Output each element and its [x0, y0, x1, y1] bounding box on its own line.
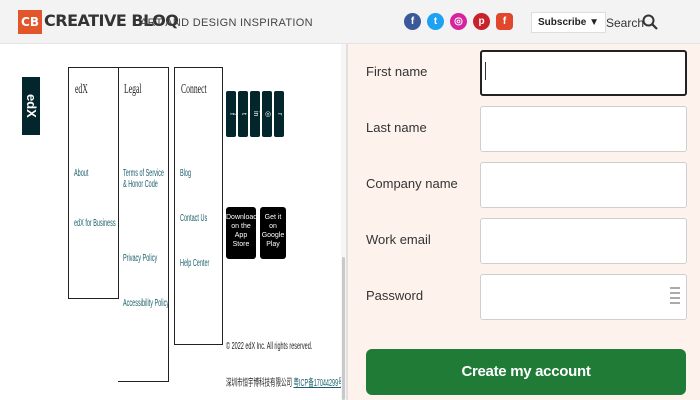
- footer-column-legal: Legal Terms of Service & Honor Code Priv…: [118, 67, 169, 382]
- company-name-field[interactable]: [480, 162, 687, 208]
- footer-link-about[interactable]: About: [74, 168, 88, 179]
- twitter-icon[interactable]: t: [238, 91, 248, 137]
- facebook-icon[interactable]: f: [404, 13, 421, 30]
- work-email-field[interactable]: [480, 218, 687, 264]
- footer-link-privacy-policy[interactable]: Privacy Policy: [123, 253, 157, 264]
- search-label[interactable]: Search: [606, 16, 644, 30]
- facebook-icon[interactable]: f: [226, 91, 236, 137]
- footer-link-edx-for-business[interactable]: edX for Business: [74, 218, 116, 229]
- pinterest-icon[interactable]: p: [473, 13, 490, 30]
- google-play-badge[interactable]: Get it on Google Play: [260, 207, 286, 259]
- password-field[interactable]: [480, 274, 687, 320]
- copyright-text: © 2022 edX Inc. All rights reserved.: [226, 341, 313, 352]
- footer-column-edx: edX About edX for Business: [68, 67, 119, 299]
- footer-link-help-center[interactable]: Help Center: [180, 258, 209, 269]
- first-name-field[interactable]: [480, 50, 687, 96]
- reddit-icon[interactable]: r: [274, 91, 284, 137]
- company-name-label: Company name: [366, 176, 458, 191]
- flipboard-icon[interactable]: f: [496, 13, 513, 30]
- icp-license: 深圳市恒宇博科技有限公司 粤ICP备17044299号-2: [226, 374, 346, 389]
- footer-column-connect: Connect Blog Contact Us Help Center: [174, 67, 223, 345]
- work-email-label: Work email: [366, 232, 431, 247]
- footer-link-blog[interactable]: Blog: [180, 168, 191, 179]
- last-name-label: Last name: [366, 120, 427, 135]
- scrollbar-thumb[interactable]: [342, 257, 345, 400]
- footer-column-heading: edX: [75, 82, 88, 97]
- password-manager-icon[interactable]: [670, 287, 680, 309]
- app-store-badge[interactable]: Download on the App Store: [226, 207, 257, 259]
- icp-link[interactable]: 粤ICP备17044299号-2: [294, 378, 346, 389]
- signup-form: First name Last name Company name Work e…: [348, 44, 700, 400]
- edx-logo[interactable]: edX: [22, 77, 40, 135]
- instagram-icon[interactable]: ◎: [450, 13, 467, 30]
- site-tagline: ART AND DESIGN INSPIRATION: [140, 17, 313, 29]
- first-name-label: First name: [366, 64, 428, 79]
- footer-column-heading: Legal: [124, 82, 142, 97]
- site-header: CB CREATIVE BLOQ ART AND DESIGN INSPIRAT…: [0, 0, 700, 44]
- search-icon[interactable]: [642, 14, 658, 30]
- twitter-icon[interactable]: t: [427, 13, 444, 30]
- text-caret: [485, 62, 486, 80]
- creative-bloq-logo-mark[interactable]: CB: [18, 10, 42, 34]
- linkedin-icon[interactable]: in: [250, 91, 260, 137]
- instagram-icon[interactable]: ◎: [262, 91, 272, 137]
- subscribe-button[interactable]: Subscribe ▼: [531, 12, 607, 33]
- embedded-footer: edX edX About edX for Business Legal Ter…: [0, 44, 346, 400]
- footer-link-accessibility-policy[interactable]: Accessibility Policy: [123, 298, 169, 309]
- footer-link-terms[interactable]: Terms of Service & Honor Code: [123, 168, 167, 190]
- icp-company: 深圳市恒宇博科技有限公司: [226, 378, 292, 389]
- last-name-field[interactable]: [480, 106, 687, 152]
- password-label: Password: [366, 288, 424, 303]
- create-account-button[interactable]: Create my account: [366, 349, 686, 395]
- footer-column-heading: Connect: [181, 82, 207, 97]
- footer-link-contact-us[interactable]: Contact Us: [180, 213, 207, 224]
